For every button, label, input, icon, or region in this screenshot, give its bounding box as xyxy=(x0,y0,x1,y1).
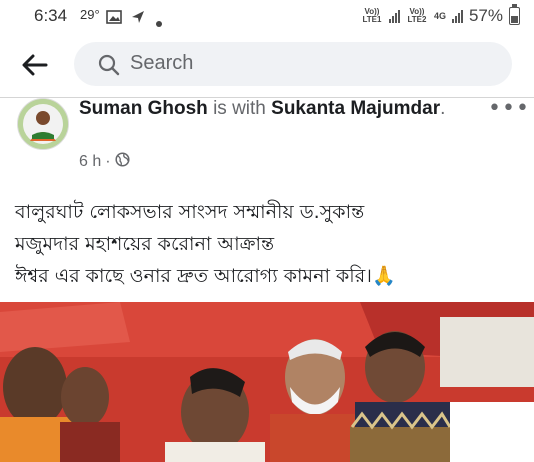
temperature: 29° xyxy=(80,7,100,22)
top-bar: Search xyxy=(0,34,534,96)
post-time[interactable]: 6 h xyxy=(79,153,101,171)
sim2-label: Vo)) LTE2 xyxy=(407,7,427,24)
post-text-line: বালুরঘাট লোকসভার সাংসদ সম্মানীয় ড.সুকান… xyxy=(15,201,365,223)
battery-percent: 57% xyxy=(468,6,503,25)
post-text-line: মজুমদার মহাশয়ের করোনা আক্রান্ত xyxy=(15,233,275,255)
battery-icon xyxy=(509,4,520,25)
search-placeholder: Search xyxy=(130,52,194,74)
sim2-signal-icon xyxy=(451,9,463,23)
globe-icon xyxy=(115,152,130,172)
status-bar: 6:34 29° Vo)) LTE1 Vo)) LTE2 4G 57% xyxy=(0,0,534,34)
meta-separator: · xyxy=(105,153,111,170)
notification-dot-icon xyxy=(156,12,162,31)
search-input[interactable]: Search xyxy=(74,42,512,86)
post-text: বালুরঘাট লোকসভার সাংসদ সম্মানীয় ড.সুকান… xyxy=(15,196,525,292)
post-meta: 6 h · xyxy=(79,152,130,172)
tagged-name[interactable]: Sukanta Majumdar xyxy=(271,98,440,119)
with-text: is with xyxy=(213,98,266,119)
search-icon xyxy=(98,54,120,80)
post-author-line: Suman Ghosh is with Sukanta Majumdar. xyxy=(79,98,446,119)
more-options-icon[interactable]: ••• xyxy=(488,96,530,121)
navigation-icon xyxy=(131,9,145,28)
author-avatar[interactable] xyxy=(17,98,69,150)
network-type: 4G xyxy=(433,11,446,21)
sim1-signal-icon xyxy=(388,9,400,23)
post-text-line: ঈশ্বর এর কাছে ওনার দ্রুত আরোগ্য কামনা কর… xyxy=(15,265,396,287)
back-arrow-icon[interactable] xyxy=(22,54,48,80)
gallery-icon xyxy=(106,9,122,28)
status-right-group: Vo)) LTE1 Vo)) LTE2 4G 57% xyxy=(361,4,520,28)
post-photo[interactable] xyxy=(0,302,534,462)
author-name[interactable]: Suman Ghosh xyxy=(79,98,208,119)
clock: 6:34 xyxy=(34,6,68,25)
sim1-label: Vo)) LTE1 xyxy=(362,7,382,24)
